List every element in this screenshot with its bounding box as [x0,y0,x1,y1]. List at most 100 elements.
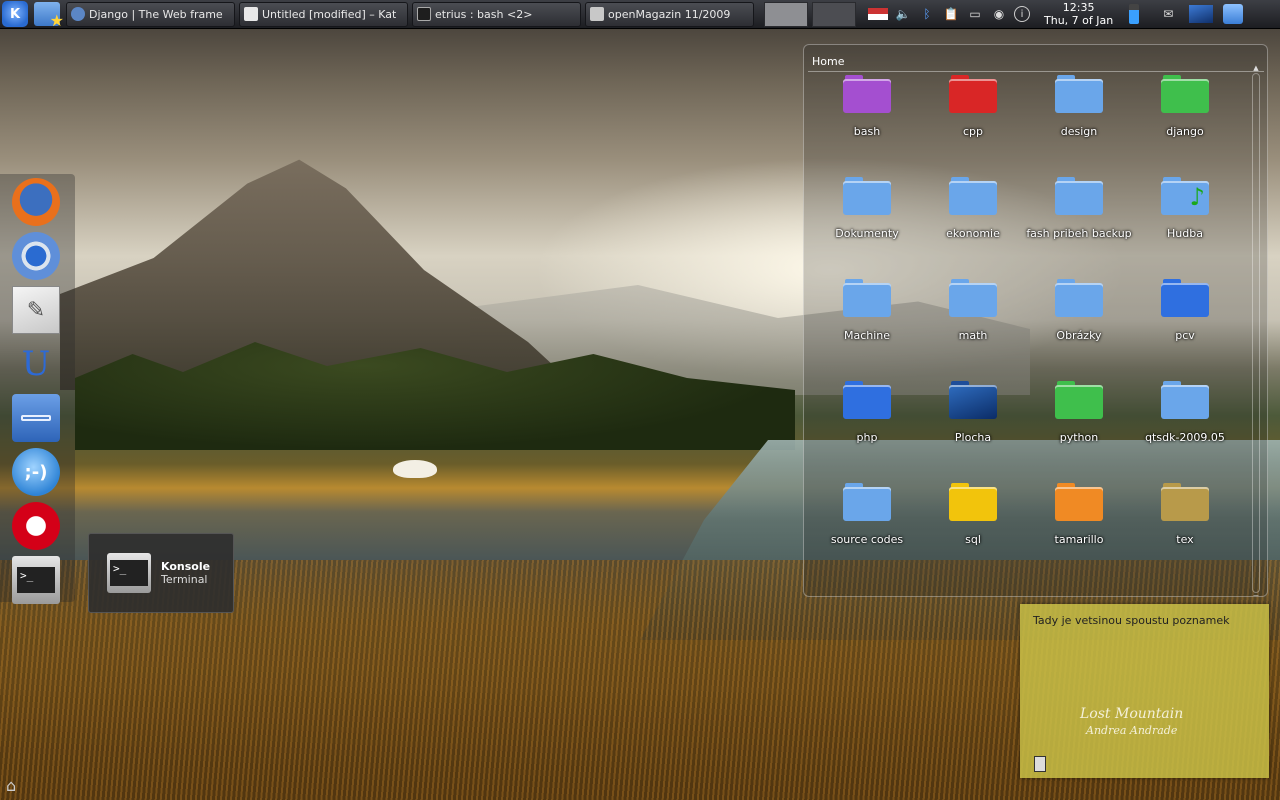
folder-item[interactable]: Obrázky [1026,279,1132,342]
wallpaper-mountain [60,159,580,390]
system-tray-right: ✉ [1129,4,1249,24]
mail-icon[interactable]: ✉ [1159,5,1177,23]
network-icon[interactable]: ◉ [990,5,1008,23]
clock[interactable]: 12:35 Thu, 7 of Jan [1044,1,1113,27]
kate-icon[interactable]: ✎ [12,286,60,334]
top-panel: K ★ Django | The Web frame Untitled [mod… [0,0,1280,30]
folder-label: tamarillo [1054,533,1104,546]
tooltip-title: Konsole [161,560,211,573]
folder-item[interactable]: source codes [814,483,920,546]
star-icon: ★ [49,11,64,30]
folder-icon [1055,483,1103,521]
bluetooth-icon[interactable]: ᛒ [918,5,936,23]
folder-item[interactable]: tex [1132,483,1238,546]
taskbar: Django | The Web frame Untitled [modifie… [66,1,758,27]
folder-item[interactable]: django [1132,75,1238,138]
clipboard-icon[interactable]: 📋 [942,5,960,23]
folder-icon [949,177,997,215]
folder-item[interactable]: fash pribeh backup [1026,177,1132,240]
folder-icon [1055,75,1103,113]
firefox-icon[interactable] [12,178,60,226]
dock-tooltip: >_ Konsole Terminal [88,533,234,613]
task-button-django[interactable]: Django | The Web frame [66,1,235,27]
folder-icon [1055,381,1103,419]
desktop-2[interactable] [812,1,856,27]
chromium-icon[interactable] [12,232,60,280]
desktop-1[interactable] [764,1,808,27]
task-button-openmagazin[interactable]: openMagazin 11/2009 [585,1,754,27]
folder-item[interactable]: qtsdk-2009.05 [1132,381,1238,444]
folder-label: Hudba [1167,227,1203,240]
scroll-up-arrow-icon[interactable]: ▲ [1252,64,1260,72]
folder-item[interactable]: ♪ Hudba [1132,177,1238,240]
folder-item[interactable]: php [814,381,920,444]
folder-label: pcv [1175,329,1195,342]
folder-label: cpp [962,125,983,138]
system-tray: 🔈 ᛒ 📋 ▭ ◉ i [868,5,1036,23]
folder-icon [949,75,997,113]
kopete-icon[interactable]: ;-) [12,448,60,496]
folder-item[interactable]: design [1026,75,1132,138]
folder-label: qtsdk-2009.05 [1145,431,1225,444]
application-dock: ✎ U ;-) >_ [0,174,75,604]
sticky-note[interactable]: Tady je vetsinou spoustu poznamek Lost M… [1020,604,1269,778]
tooltip-subtitle: Terminal [161,573,208,586]
file-manager-icon[interactable] [12,394,60,442]
opera-icon[interactable] [12,502,60,550]
desktop-toolbox-icon[interactable]: ⌂ [0,770,30,800]
keyboard-layout-flag-icon[interactable] [868,8,888,20]
folder-label: django [1166,125,1204,138]
desktop-pager [764,1,860,27]
kde-menu-icon[interactable]: K [2,1,28,27]
folder-label: math [958,329,988,342]
folder-view-title[interactable]: Home [804,45,1267,68]
task-label: Django | The Web frame [89,7,223,21]
folder-label: source codes [830,533,904,546]
folder-item[interactable]: pcv [1132,279,1238,342]
removable-device-icon[interactable]: ▭ [966,5,984,23]
home-folder-launcher-icon[interactable]: ★ [34,2,64,30]
note-text[interactable]: Tady je vetsinou spoustu poznamek [1020,604,1269,627]
browser-icon [71,7,85,21]
wallpaper-caption-title: Lost Mountain [1080,706,1184,722]
folder-label: ekonomie [946,227,1000,240]
scroll-down-arrow-icon[interactable]: ▼ [1252,594,1260,596]
folder-item[interactable]: tamarillo [1026,483,1132,546]
folder-icon [949,483,997,521]
folder-icon: ♪ [1161,177,1209,215]
divider [808,71,1264,72]
folder-label: bash [853,125,881,138]
task-button-kate[interactable]: Untitled [modified] – Kat [239,1,408,27]
folder-label: tex [1176,533,1194,546]
folder-item[interactable]: ekonomie [920,177,1026,240]
folder-item[interactable]: sql [920,483,1026,546]
show-desktop-icon[interactable] [1189,5,1214,23]
note-format-button[interactable] [1034,756,1046,772]
folder-icon [949,381,997,419]
volume-icon[interactable]: 🔈 [894,5,912,23]
folder-item[interactable]: Dokumenty [814,177,920,240]
folder-label: Plocha [954,431,992,444]
clock-date: Thu, 7 of Jan [1044,14,1114,27]
folder-icon [1161,279,1209,317]
folder-label: fash pribeh backup [1026,227,1132,240]
folder-icon [1161,381,1209,419]
folder-label: python [1059,431,1099,444]
lock-logout-icon[interactable] [1223,4,1244,24]
folder-item[interactable]: Plocha [920,381,1026,444]
battery-icon[interactable] [1129,4,1140,24]
folder-item[interactable]: python [1026,381,1132,444]
konsole-icon[interactable]: >_ [12,556,60,604]
info-icon[interactable]: i [1014,6,1030,22]
folder-icon [1161,483,1209,521]
openoffice-icon[interactable]: U [12,340,60,388]
folder-label: Dokumenty [835,227,899,240]
folder-item[interactable]: cpp [920,75,1026,138]
folder-view-widget: Home bash cpp design django Dokumenty ekonomi… [803,44,1268,597]
task-button-konsole[interactable]: etrius : bash <2> [412,1,581,27]
folder-item[interactable]: math [920,279,1026,342]
wallpaper-boat [393,460,437,478]
scrollbar[interactable]: ▲ ▼ [1252,64,1260,596]
folder-item[interactable]: Machine [814,279,920,342]
folder-item[interactable]: bash [814,75,920,138]
